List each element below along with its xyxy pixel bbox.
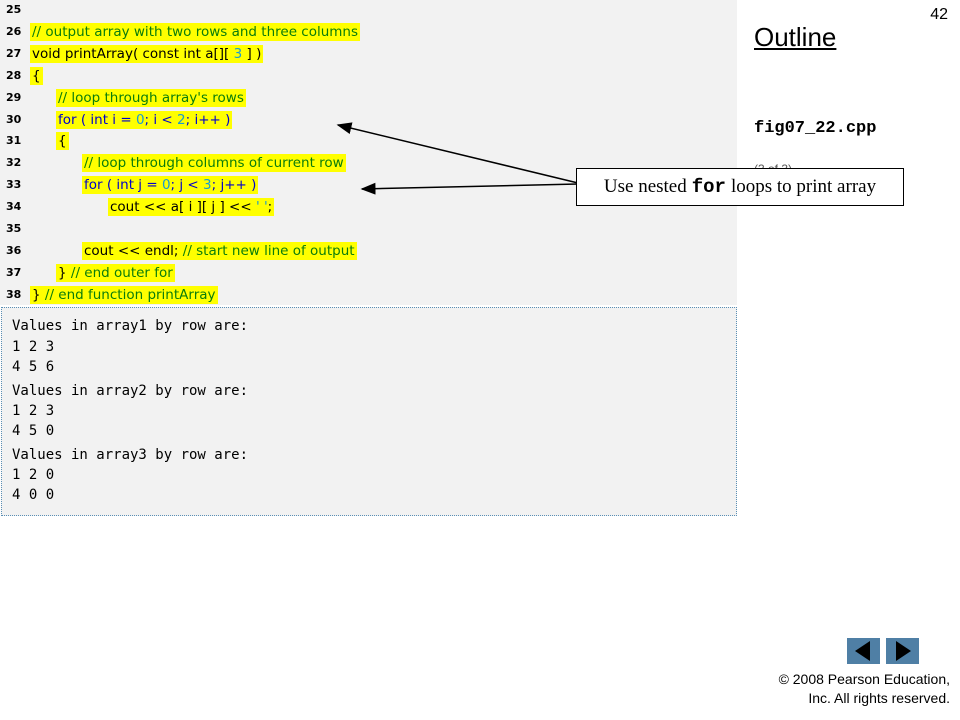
code-token: // start new line of output [182, 242, 355, 259]
code-listing: 25 26 // output array with two rows and th… [0, 0, 737, 305]
code-text: // output array with two rows and three … [30, 22, 361, 41]
output-line: 1 2 0 [12, 467, 55, 483]
triangle-right-icon [896, 641, 911, 661]
callout-text-after: loops to print array [730, 176, 877, 197]
line-number: 26 [6, 24, 22, 38]
code-line: 26 // output array with two rows and thre… [0, 22, 737, 44]
code-token: } [32, 286, 45, 303]
code-token: } [58, 264, 71, 281]
line-number: 37 [6, 265, 22, 279]
code-token: // output array with two rows and three … [32, 23, 359, 40]
line-number: 29 [6, 90, 22, 104]
code-text: // loop through array's rows [56, 88, 246, 107]
code-token: ; j < [170, 177, 204, 194]
code-token: ; [267, 199, 273, 216]
code-text: } // end outer for [56, 263, 175, 282]
code-token: void printArray( const int a[][ [32, 45, 234, 62]
code-token: ' ' [255, 199, 268, 216]
code-token: 3 [233, 45, 243, 62]
code-token: 3 [203, 177, 212, 194]
code-token: for ( int j = [84, 177, 162, 194]
output-line: 1 2 3 [12, 339, 55, 355]
output-line: Values in array1 by row are: [12, 318, 249, 334]
code-token: 0 [161, 177, 171, 194]
code-token: { [32, 67, 41, 84]
program-output: Values in array1 by row are: 1 2 3 4 5 6 Va… [1, 307, 737, 516]
code-text: for ( int i = 0; i < 2; i++ ) [56, 110, 233, 129]
code-token: ; j++ ) [211, 177, 257, 194]
next-slide-button[interactable] [886, 638, 919, 664]
code-line: 38} // end function printArray [0, 285, 737, 307]
code-token: // end function printArray [44, 286, 216, 303]
callout-code: for [691, 176, 726, 198]
code-text: // loop through columns of current row [82, 154, 346, 173]
previous-slide-button[interactable] [847, 638, 880, 664]
code-text: } // end function printArray [30, 285, 218, 304]
line-number: 30 [6, 112, 22, 126]
line-number: 38 [6, 287, 22, 301]
output-line: Values in array3 by row are: [12, 447, 249, 463]
page-number: 42 [930, 6, 948, 23]
code-line: 37} // end outer for [0, 263, 737, 285]
code-token: ] ) [242, 45, 262, 62]
code-token: // loop through columns of current row [84, 155, 344, 172]
line-number: 32 [6, 156, 22, 170]
triangle-left-icon [855, 641, 870, 661]
code-text: { [30, 66, 43, 85]
code-token: for ( int i = [58, 111, 136, 128]
code-text: { [56, 132, 69, 151]
line-number: 25 [6, 3, 22, 16]
code-line: 31 { [0, 131, 737, 153]
output-line: 1 2 3 [12, 403, 55, 419]
code-token: { [58, 133, 67, 150]
code-token: cout << a[ i ][ j ] << [110, 199, 256, 216]
line-number: 31 [6, 134, 22, 148]
file-name: fig07_22.cpp [754, 119, 877, 138]
code-token: ; i++ ) [185, 111, 231, 128]
code-token: ; i < [144, 111, 178, 128]
callout-text-before: Use nested [603, 176, 687, 197]
line-number: 34 [6, 200, 22, 214]
output-line: 4 0 0 [12, 487, 55, 503]
line-number: 27 [6, 46, 22, 60]
copyright: © 2008 Pearson Education, Inc. All right… [779, 670, 950, 708]
line-number: 28 [6, 68, 22, 82]
code-text: for ( int j = 0; j < 3; j++ ) [82, 176, 259, 195]
outline-link[interactable]: Outline [754, 22, 836, 53]
code-token: // end outer for [70, 264, 173, 281]
code-token: 0 [135, 111, 145, 128]
code-line: 29 // loop through array's rows [0, 88, 737, 110]
code-line: 30 for ( int i = 0; i < 2; i++ ) [0, 110, 737, 132]
code-line: 28 { [0, 66, 737, 88]
output-line: 4 5 6 [12, 359, 55, 375]
code-line: 25 [0, 0, 737, 22]
callout-box: Use nested for loops to print array [576, 168, 904, 206]
copyright-line-1: © 2008 Pearson Education, [778, 671, 950, 687]
code-line: 27 void printArray( const int a[][ 3 ] ) [0, 44, 737, 66]
code-line: 35 [0, 219, 737, 241]
line-number: 36 [6, 243, 22, 257]
code-text: void printArray( const int a[][ 3 ] ) [30, 44, 264, 63]
code-text: cout << endl; // start new line of outpu… [82, 241, 357, 260]
code-text: cout << a[ i ][ j ] << ' '; [108, 198, 275, 217]
code-line: 36 cout << endl; // start new line of out… [0, 241, 737, 263]
output-line: 4 5 0 [12, 423, 55, 439]
copyright-line-2: Inc. All rights reserved. [808, 690, 950, 706]
code-token: cout << endl; [84, 242, 183, 259]
code-token: // loop through array's rows [58, 89, 244, 106]
output-line: Values in array2 by row are: [12, 383, 249, 399]
line-number: 35 [6, 222, 22, 235]
code-token: 2 [177, 111, 186, 128]
line-number: 33 [6, 178, 22, 192]
